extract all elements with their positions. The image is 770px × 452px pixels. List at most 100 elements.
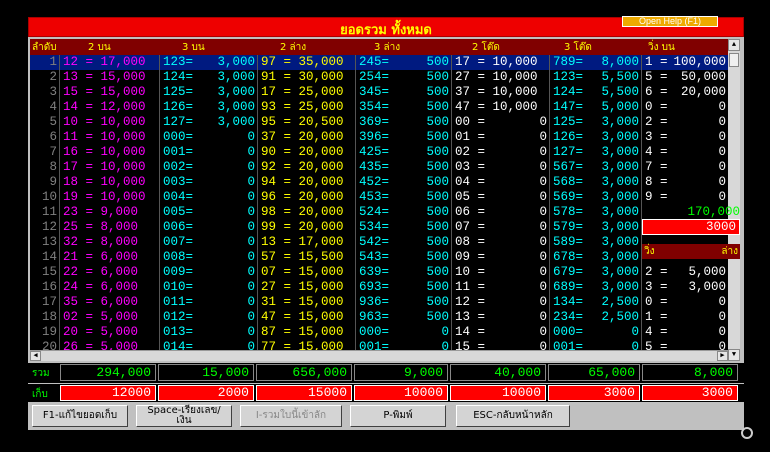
three-tod-amount: 2,500 (601, 295, 639, 309)
run-amount: 0 (718, 325, 726, 339)
three-tod-amount: 3,000 (601, 115, 639, 129)
table-row[interactable]: 4 14 = 12,000 126= 3,000 93 = 25,000 354= 500 4… (30, 100, 728, 115)
table-row[interactable]: 15 22 = 6,000 009= 0 07 = 15,000 639= 500 10 = 0… (30, 265, 728, 280)
run-key: 9 = (645, 190, 668, 204)
three-top-key: 001= (163, 145, 194, 159)
row-index: 7 (49, 145, 57, 159)
table-row[interactable]: 11 23 = 9,000 005= 0 98 = 20,000 524= 500 06 = 0… (30, 205, 728, 220)
scroll-thumb[interactable] (729, 53, 739, 67)
three-tod-key: 126= (553, 130, 584, 144)
run-bottom-header: วิ่ง ล่าง (642, 244, 740, 259)
table-row[interactable]: 17 35 = 6,000 011= 0 31 = 15,000 936= 500 12 = 0… (30, 295, 728, 310)
two-bottom-value: 07 = 15,000 (261, 265, 344, 279)
keep-field[interactable]: 15000 (256, 385, 352, 401)
two-tod-value: 17 = 10,000 (455, 55, 538, 69)
run-key: 0 = (645, 100, 668, 114)
keep-field[interactable]: 12000 (60, 385, 156, 401)
three-top-key: 002= (163, 160, 194, 174)
table-cell: 27 = 15,000 (258, 280, 356, 295)
scroll-left-icon[interactable]: ◀ (30, 351, 41, 361)
table-row[interactable]: 5 10 = 10,000 127= 3,000 95 = 20,500 369= 500 0… (30, 115, 728, 130)
vertical-scrollbar[interactable]: ▲ ▼ (728, 39, 740, 361)
scroll-right-icon[interactable]: ▶ (717, 351, 728, 361)
table-row[interactable]: 12 25 = 8,000 006= 0 99 = 20,000 534= 500 07 = 0… (30, 220, 728, 235)
three-top-key: 012= (163, 310, 194, 324)
table-row[interactable]: 18 02 = 5,000 012= 0 47 = 15,000 963= 500 13 = 0… (30, 310, 728, 325)
table-cell: 435= 500 (356, 160, 452, 175)
run-key: 4 = (645, 145, 668, 159)
table-cell: 19 = 10,000 (60, 190, 160, 205)
run-top-keep-field[interactable]: 3000 (642, 219, 740, 235)
keep-field[interactable]: 10000 (354, 385, 448, 401)
two-bottom-value: 31 = 15,000 (261, 295, 344, 309)
horizontal-scrollbar[interactable]: ◀ ▶ (30, 350, 728, 361)
table-cell: 93 = 25,000 (258, 100, 356, 115)
table-row[interactable]: 2 13 = 15,000 124= 3,000 91 = 30,000 254= 500 2… (30, 70, 728, 85)
two-bottom-value: 13 = 17,000 (261, 235, 344, 249)
table-cell: 452= 500 (356, 175, 452, 190)
table-cell: 000= 0 (550, 325, 642, 340)
help-button[interactable]: Open Help (F1) (622, 16, 718, 27)
table-cell: 569= 3,000 (550, 190, 642, 205)
run-amount: 0 (718, 100, 726, 114)
table-row[interactable]: 10 19 = 10,000 004= 0 96 = 20,000 453= 500 05 =… (30, 190, 728, 205)
table-cell: 16 (30, 280, 60, 295)
merge-button[interactable]: I-รวมใบนี้เข้าลัก (240, 405, 342, 427)
keep-field[interactable]: 10000 (450, 385, 546, 401)
table-row[interactable]: 8 17 = 10,000 002= 0 92 = 20,000 435= 500 03 = 0… (30, 160, 728, 175)
back-button[interactable]: ESC-กลับหน้าหลัก (456, 405, 570, 427)
two-tod-key: 13 = (455, 310, 486, 324)
keep-field[interactable]: 2000 (158, 385, 254, 401)
table-cell: 345= 500 (356, 85, 452, 100)
table-cell: 8 (30, 160, 60, 175)
table-cell: 3 (30, 85, 60, 100)
header-2-bottom: 2 ล่าง (280, 42, 307, 53)
table-row[interactable]: 16 24 = 6,000 010= 0 27 = 15,000 693= 500 11 = 0… (30, 280, 728, 295)
sort-button[interactable]: Space-เรียงเลข/เงิน (136, 405, 232, 427)
two-top-value: 18 = 10,000 (63, 175, 146, 189)
edit-keep-button[interactable]: F1-แก้ไขยอดเก็บ (32, 405, 128, 427)
header-2-top: 2 บน (88, 42, 111, 53)
row-index: 4 (49, 100, 57, 114)
table-row[interactable]: 1 12 = 17,000 123= 3,000 97 = 35,000 245= 500 1… (30, 55, 728, 70)
three-tod-key: 689= (553, 280, 584, 294)
total-value: 65,000 (548, 364, 640, 381)
print-button[interactable]: P-พิมพ์ (350, 405, 446, 427)
table-row[interactable]: 19 20 = 5,000 013= 0 87 = 15,000 000= 0 14 = 0 00… (30, 325, 728, 340)
row-index: 10 (41, 190, 57, 204)
run-key: 1 = (645, 310, 668, 324)
table-row[interactable]: 7 16 = 10,000 001= 0 90 = 20,000 425= 500 02 = 0… (30, 145, 728, 160)
two-tod-key: 05 = (455, 190, 486, 204)
three-bottom-amount: 500 (426, 190, 449, 204)
two-tod-key: 01 = (455, 130, 486, 144)
keep-field[interactable]: 3000 (642, 385, 738, 401)
keep-field[interactable]: 3000 (548, 385, 640, 401)
scroll-down-icon[interactable]: ▼ (728, 349, 740, 361)
two-top-value: 11 = 10,000 (63, 130, 146, 144)
two-top-value: 13 = 15,000 (63, 70, 146, 84)
run-key: 3 = (645, 130, 668, 144)
two-top-value: 21 = 6,000 (63, 250, 139, 264)
three-top-key: 004= (163, 190, 194, 204)
table-cell: 04 = 0 (452, 175, 550, 190)
scroll-up-icon[interactable]: ▲ (728, 39, 740, 51)
table-cell: 005= 0 (160, 205, 258, 220)
table-cell: 7 = 0 (642, 160, 728, 175)
table-cell: 19 (30, 325, 60, 340)
three-bottom-key: 000= (359, 325, 390, 339)
table-row[interactable]: 14 21 = 6,000 008= 0 57 = 15,500 543= 500 09 = 0… (30, 250, 728, 265)
table-cell: 639= 500 (356, 265, 452, 280)
table-row[interactable]: 13 32 = 8,000 007= 0 13 = 17,000 542= 500 08 = 0… (30, 235, 728, 250)
two-top-value: 32 = 8,000 (63, 235, 139, 249)
run-key: 6 = (645, 85, 668, 99)
table-row[interactable]: 6 11 = 10,000 000= 0 37 = 20,000 396= 500 01 = 0… (30, 130, 728, 145)
two-bottom-value: 57 = 15,500 (261, 250, 344, 264)
three-top-key: 011= (163, 295, 194, 309)
table-row[interactable]: 9 18 = 10,000 003= 0 94 = 20,000 452= 500 04 = 0… (30, 175, 728, 190)
summary-grid[interactable]: ลำดับ 2 บน 3 บน 2 ล่าง 3 ล่าง 2 โต๊ด 3 โ… (30, 39, 728, 361)
table-row[interactable]: 3 15 = 15,000 125= 3,000 17 = 25,000 345= 500 3… (30, 85, 728, 100)
three-tod-amount: 5,500 (601, 70, 639, 84)
table-cell: 9 = 0 (642, 190, 728, 205)
three-tod-amount: 3,000 (601, 235, 639, 249)
run-amount: 0 (718, 145, 726, 159)
